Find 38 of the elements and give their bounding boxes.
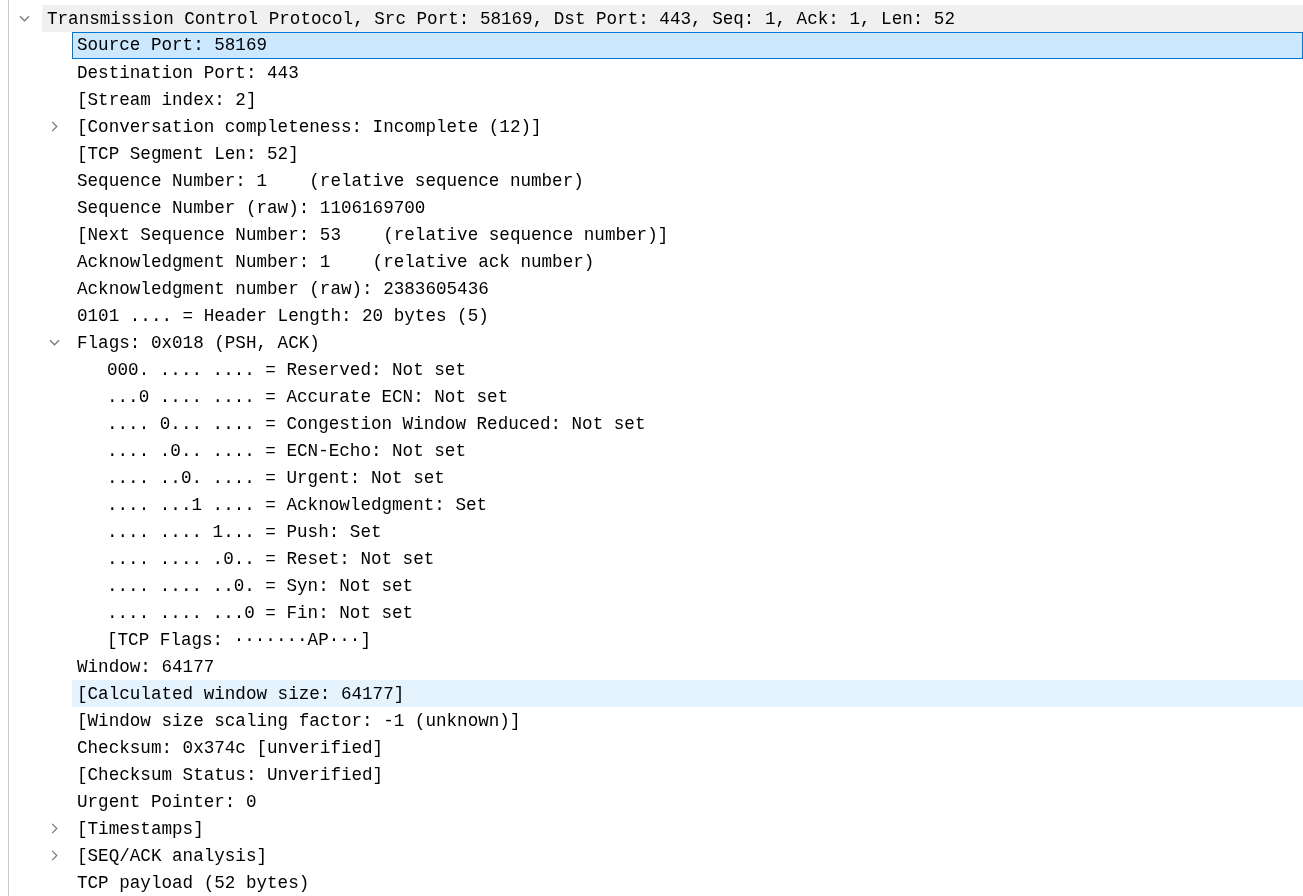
tree-item[interactable]: .... .... .0.. = Reset: Not set — [102, 545, 1303, 572]
tree-item[interactable]: [Calculated window size: 64177] — [72, 680, 1303, 707]
tree-item[interactable]: 000. .... .... = Reserved: Not set — [102, 356, 1303, 383]
tree-item[interactable]: Window: 64177 — [72, 653, 1303, 680]
tree-item[interactable]: .... .... 1... = Push: Set — [102, 518, 1303, 545]
tree-item[interactable]: [SEQ/ACK analysis] — [72, 842, 1303, 869]
tree-item[interactable]: [Window size scaling factor: -1 (unknown)] — [72, 707, 1303, 734]
tree-item[interactable]: .... .... ..0. = Syn: Not set — [102, 572, 1303, 599]
chevron-right-icon[interactable] — [49, 823, 60, 834]
tree-item[interactable]: [TCP Flags: ·······AP···] — [102, 626, 1303, 653]
tree-item[interactable]: Acknowledgment Number: 1 (relative ack number) — [72, 248, 1303, 275]
tree-item[interactable]: .... .0.. .... = ECN-Echo: Not set — [102, 437, 1303, 464]
chevron-down-icon[interactable] — [49, 337, 60, 348]
tree-item[interactable]: .... .... ...0 = Fin: Not set — [102, 599, 1303, 626]
tree-item[interactable]: Flags: 0x018 (PSH, ACK) — [72, 329, 1303, 356]
chevron-right-icon[interactable] — [49, 121, 60, 132]
tree-item[interactable]: [TCP Segment Len: 52] — [72, 140, 1303, 167]
tree-item[interactable]: .... ..0. .... = Urgent: Not set — [102, 464, 1303, 491]
tree-item[interactable]: [Stream index: 2] — [72, 86, 1303, 113]
tree-item[interactable]: Transmission Control Protocol, Src Port: 58169, Dst Port: 443, Seq: 1, Ack: 1, Len: 52 — [42, 5, 1303, 32]
tree-item[interactable]: .... 0... .... = Congestion Window Reduced: Not set — [102, 410, 1303, 437]
tree-item[interactable]: TCP payload (52 bytes) — [72, 869, 1303, 896]
chevron-right-icon[interactable] — [49, 850, 60, 861]
tree-item[interactable]: [Next Sequence Number: 53 (relative sequence number)] — [72, 221, 1303, 248]
tree-item[interactable]: 0101 .... = Header Length: 20 bytes (5) — [72, 302, 1303, 329]
tree-item[interactable]: Sequence Number: 1 (relative sequence number) — [72, 167, 1303, 194]
tree-item[interactable]: [Checksum Status: Unverified] — [72, 761, 1303, 788]
tree-item[interactable]: [Conversation completeness: Incomplete (12)] — [72, 113, 1303, 140]
tree-item[interactable]: .... ...1 .... = Acknowledgment: Set — [102, 491, 1303, 518]
tree-item[interactable]: Source Port: 58169 — [72, 32, 1303, 59]
tree-item[interactable]: [Timestamps] — [72, 815, 1303, 842]
tree-item[interactable]: Acknowledgment number (raw): 2383605436 — [72, 275, 1303, 302]
tree-item[interactable]: Checksum: 0x374c [unverified] — [72, 734, 1303, 761]
tree-item[interactable]: ...0 .... .... = Accurate ECN: Not set — [102, 383, 1303, 410]
tree-item[interactable]: Urgent Pointer: 0 — [72, 788, 1303, 815]
tree-item[interactable]: Destination Port: 443 — [72, 59, 1303, 86]
tree-item[interactable]: Sequence Number (raw): 1106169700 — [72, 194, 1303, 221]
chevron-down-icon[interactable] — [19, 13, 30, 24]
